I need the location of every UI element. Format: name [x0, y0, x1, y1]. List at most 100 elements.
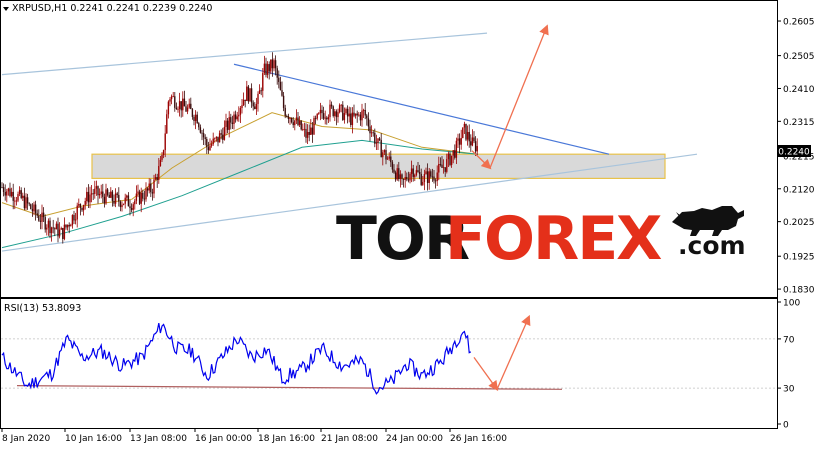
candle-body [276, 68, 278, 78]
candle-body [71, 215, 74, 226]
candle-body [81, 207, 83, 211]
candle-body [225, 120, 227, 127]
candle-body [68, 224, 70, 227]
candle-body [474, 141, 477, 152]
candle-body [164, 133, 166, 151]
candle-body [183, 98, 186, 107]
candle-body [4, 192, 6, 196]
candle-body [370, 132, 373, 134]
candle-body [313, 118, 315, 135]
candle-body [127, 195, 130, 207]
candle-body [87, 191, 90, 203]
price-tick-label: 0.2605 [783, 18, 815, 28]
candle-body [185, 106, 187, 112]
candle-body [156, 177, 158, 180]
candle-body [138, 191, 141, 204]
candle-body [148, 183, 150, 191]
candle-body [167, 101, 170, 115]
time-tick-label: 10 Jan 16:00 [65, 434, 122, 444]
candle-body [57, 223, 59, 237]
candle-body [390, 156, 392, 163]
candle-body [316, 113, 318, 119]
candle-body [1, 187, 3, 188]
candle-body [55, 223, 58, 230]
candle-body [262, 73, 264, 91]
candle-body [145, 188, 147, 200]
candle-body [337, 112, 339, 118]
candle-body [284, 107, 286, 116]
candle-body [444, 167, 446, 172]
candle-body [372, 132, 374, 134]
candle-body [196, 114, 198, 124]
candle-body [202, 133, 205, 138]
candle-body [305, 128, 307, 138]
candle-body [198, 123, 200, 128]
candle-body [60, 228, 62, 230]
candle-body [95, 186, 98, 189]
candle-body [399, 174, 402, 180]
candle-body [42, 212, 45, 218]
candle-body [242, 99, 245, 106]
candle-body [353, 112, 355, 116]
candle-body [250, 88, 253, 103]
candle-body [161, 155, 163, 160]
candle-body [329, 104, 331, 118]
candle-body [210, 144, 213, 146]
candle-body [74, 219, 77, 221]
candle-body [468, 131, 470, 142]
candle-body [462, 127, 464, 139]
candle-body [194, 114, 197, 121]
candle-body [362, 109, 365, 111]
candle-body [465, 123, 467, 140]
candle-body [129, 206, 131, 209]
candle-body [366, 115, 368, 119]
candle-body [394, 172, 397, 180]
instrument-label: XRPUSD,H1 0.2241 0.2241 0.2239 0.2240 [3, 3, 212, 14]
candle-body [311, 127, 314, 135]
candle-body [199, 127, 202, 133]
candle-body [2, 187, 5, 193]
candle-body [246, 86, 248, 101]
candle-body [454, 150, 456, 158]
candle-body [457, 138, 459, 141]
candle-body [66, 224, 69, 228]
candle-body [18, 190, 21, 195]
candle-body [396, 168, 398, 180]
candle-body [385, 150, 387, 160]
candle-body [135, 193, 138, 201]
candle-body [476, 146, 478, 152]
candle-body [446, 159, 448, 172]
candle-body [102, 191, 104, 197]
candle-body [73, 215, 75, 221]
logo-dotcom: .com [678, 231, 746, 260]
candle-body [28, 203, 30, 205]
candle-body [430, 171, 432, 177]
candle-body [404, 176, 406, 180]
candle-body [322, 113, 325, 119]
candle-body [188, 103, 190, 108]
candle-body [410, 168, 413, 174]
candle-body [206, 138, 208, 148]
time-tick-label: 16 Jan 00:00 [195, 434, 252, 444]
candle-body [460, 138, 462, 145]
candle-body [105, 189, 107, 204]
candle-body [186, 107, 189, 112]
candle-body [266, 64, 269, 75]
candle-body [252, 102, 254, 107]
candle-body [407, 179, 410, 181]
candle-body [268, 64, 270, 72]
candle-body [452, 150, 454, 156]
candle-body [418, 172, 421, 174]
candle-body [201, 132, 203, 134]
candle-body [369, 126, 371, 134]
candle-body [222, 134, 224, 140]
candle-body [218, 133, 221, 143]
candle-body [386, 158, 389, 160]
candle-body [271, 59, 274, 69]
time-tick-label: 18 Jan 16:00 [258, 434, 315, 444]
candle-body [220, 133, 222, 135]
candle-body [348, 113, 350, 117]
candle-body [260, 90, 262, 92]
candle-body [12, 191, 14, 201]
current-price-label: 0.2240 [778, 148, 810, 158]
